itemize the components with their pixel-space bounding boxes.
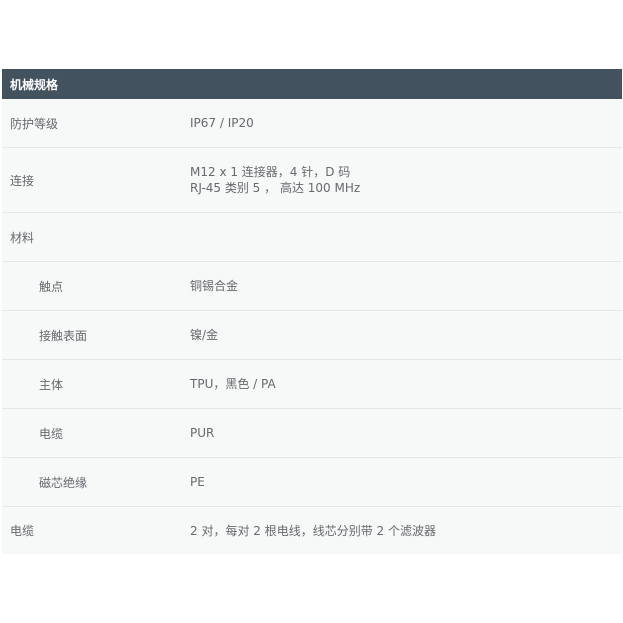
spec-value-line: RJ-45 类别 5 ， 高达 100 MHz [190, 181, 361, 195]
spec-value: IP67 / IP20 [190, 99, 622, 147]
spec-row-cable: 电缆 2 对，每对 2 根电线，线芯分别带 2 个滤波器 [2, 507, 622, 554]
spec-label: 电缆 [10, 524, 35, 538]
spec-row-protection: 防护等级 IP67 / IP20 [2, 99, 622, 148]
spec-value [190, 213, 622, 261]
section-header: 机械规格 [2, 69, 622, 99]
spec-label: 防护等级 [10, 116, 59, 131]
spec-label: 材料 [10, 230, 35, 245]
spec-value-line: IP67 / IP20 [190, 116, 254, 130]
spec-value-line: M12 x 1 连接器，4 针，D 码 [190, 165, 351, 179]
section-title: 机械规格 [10, 77, 59, 92]
spec-label: 磁芯绝缘 [39, 475, 88, 490]
spec-row-cable-material: 电缆 PUR [2, 409, 622, 458]
spec-row-contact-surface: 接触表面 镍/金 [2, 311, 622, 360]
spec-label: 电缆 [39, 426, 64, 441]
spec-row-connection: 连接 M12 x 1 连接器，4 针，D 码 RJ-45 类别 5 ， 高达 1… [2, 148, 622, 213]
spec-value: 2 对，每对 2 根电线，线芯分别带 2 个滤波器 [190, 507, 622, 554]
spec-label: 连接 [10, 173, 35, 188]
spec-row-contact: 触点 铜锡合金 [2, 262, 622, 311]
spec-value-line: 铜锡合金 [190, 279, 239, 293]
spec-value: PUR [190, 409, 622, 457]
spec-value: 镍/金 [190, 311, 622, 359]
spec-value: 铜锡合金 [190, 262, 622, 310]
spec-row-body: 主体 TPU，黑色 / PA [2, 360, 622, 409]
spec-row-core-insulation: 磁芯绝缘 PE [2, 458, 622, 507]
spec-value: M12 x 1 连接器，4 针，D 码 RJ-45 类别 5 ， 高达 100 … [190, 148, 622, 212]
spec-value-line: 镍/金 [190, 328, 219, 342]
spec-value-line: PUR [190, 426, 215, 440]
spec-label: 主体 [39, 377, 64, 392]
spec-value-line: 2 对，每对 2 根电线，线芯分别带 2 个滤波器 [190, 523, 436, 538]
spec-label: 触点 [39, 279, 64, 294]
spec-value: TPU，黑色 / PA [190, 360, 622, 408]
spec-label: 接触表面 [39, 328, 88, 343]
spec-value: PE [190, 458, 622, 506]
mechanical-specs-table: 机械规格 防护等级 IP67 / IP20 连接 M12 x 1 连接器，4 针… [2, 69, 622, 554]
spec-value-line: TPU，黑色 / PA [190, 377, 276, 391]
spec-row-material: 材料 [2, 213, 622, 262]
spec-value-line: PE [190, 475, 205, 489]
